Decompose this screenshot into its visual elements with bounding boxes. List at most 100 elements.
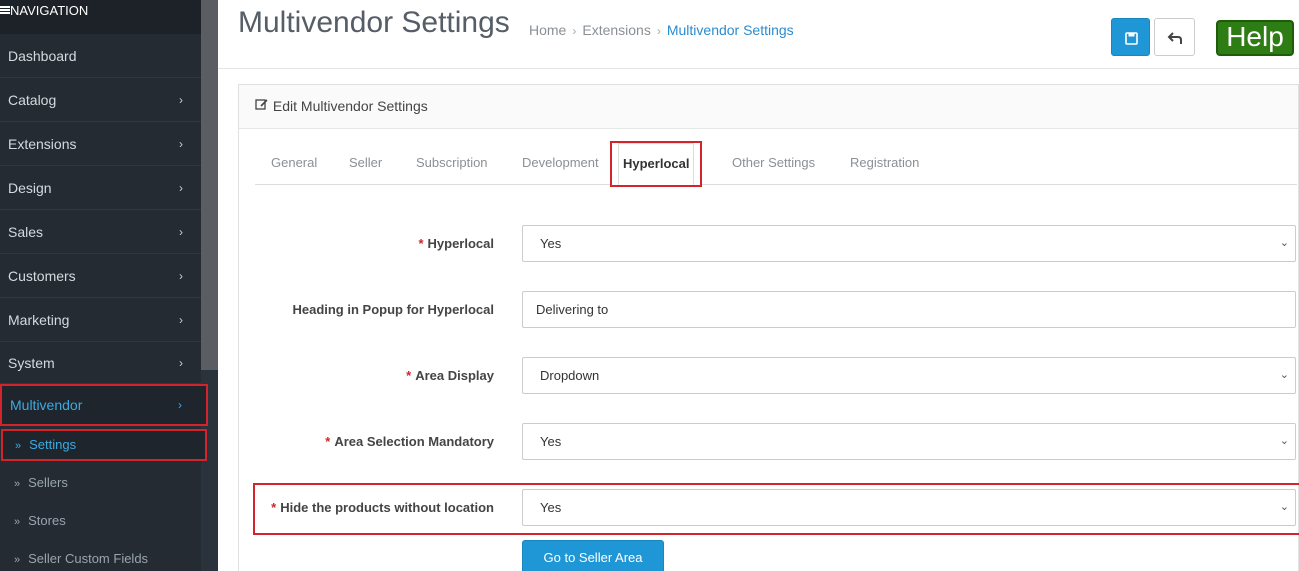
save-icon [1125, 32, 1138, 45]
area-display-select[interactable]: Dropdown ⌄ [522, 357, 1296, 394]
chevron-right-icon: › [179, 356, 183, 370]
sidebar-item-system[interactable]: System › [0, 342, 201, 384]
chevron-right-icon: › [178, 398, 182, 412]
sidebar-item-dashboard[interactable]: Dashboard [0, 34, 201, 78]
select-value: Yes [540, 236, 562, 251]
field-label: * Area Display [406, 368, 494, 383]
field-label-text: Area Selection Mandatory [334, 434, 494, 449]
chevron-right-icon: › [179, 269, 183, 283]
hyperlocal-select[interactable]: Yes ⌄ [522, 225, 1296, 262]
field-label-text: Hide the products without location [280, 500, 494, 515]
reply-icon [1167, 32, 1182, 44]
field-label: Heading in Popup for Hyperlocal [292, 302, 494, 317]
sidebar-item-catalog[interactable]: Catalog › [0, 78, 201, 122]
chevron-right-icon: › [179, 181, 183, 195]
area-selection-mandatory-select[interactable]: Yes ⌄ [522, 423, 1296, 460]
form-row-area-selection-mandatory: * Area Selection Mandatory Yes ⌄ [239, 423, 1299, 461]
sidebar-item-marketing[interactable]: Marketing › [0, 298, 201, 342]
tab-development[interactable]: Development [522, 155, 599, 170]
double-chevron-right-icon: » [14, 554, 21, 566]
sidebar-item-label: Design [8, 180, 52, 196]
sidebar-subitem-settings[interactable]: » Settings [1, 429, 207, 461]
form-row-hyperlocal: * Hyperlocal Yes ⌄ [239, 225, 1299, 263]
edit-icon [255, 85, 269, 128]
sidebar-subitem-label: Seller Custom Fields [28, 551, 149, 566]
menu-icon[interactable] [0, 6, 10, 14]
required-marker: * [271, 500, 277, 515]
hide-products-select[interactable]: Yes ⌄ [522, 489, 1296, 526]
sidebar-item-label: Customers [8, 268, 76, 284]
breadcrumb-separator: › [656, 24, 661, 38]
nav-list: Dashboard Catalog › Extensions › Design › S… [0, 34, 208, 571]
sidebar-item-label: Extensions [8, 136, 77, 152]
field-label: * Area Selection Mandatory [325, 434, 494, 449]
breadcrumb-current[interactable]: Multivendor Settings [667, 22, 794, 38]
back-button[interactable] [1154, 18, 1195, 56]
tab-other-settings[interactable]: Other Settings [732, 155, 815, 170]
popup-heading-input[interactable]: Delivering to [522, 291, 1296, 328]
sidebar-item-sales[interactable]: Sales › [0, 210, 201, 254]
save-button[interactable] [1111, 18, 1150, 56]
sidebar-subitem-sellers[interactable]: » Sellers [0, 464, 201, 502]
sidebar-item-label: Sales [8, 224, 44, 240]
navigation-header: NAVIGATION [0, 0, 201, 34]
panel-heading: Edit Multivendor Settings [239, 85, 1298, 129]
double-chevron-right-icon: » [15, 440, 22, 452]
tab-subscription[interactable]: Subscription [416, 155, 488, 170]
sidebar-subitem-seller-custom-fields[interactable]: » Seller Custom Fields [0, 540, 201, 571]
sidebar: NAVIGATION Dashboard Catalog › Extensions… [0, 0, 218, 571]
chevron-down-icon: ⌄ [1279, 369, 1289, 381]
chevron-down-icon: ⌄ [1279, 237, 1289, 249]
tab-general[interactable]: General [271, 155, 317, 170]
sidebar-item-label: Catalog [8, 92, 57, 108]
select-value: Yes [540, 434, 562, 449]
chevron-right-icon: › [179, 93, 183, 107]
chevron-right-icon: › [179, 225, 183, 239]
sidebar-scrollbar-thumb[interactable] [201, 0, 218, 370]
navigation-title: NAVIGATION [10, 3, 89, 18]
breadcrumb-extensions[interactable]: Extensions [582, 22, 650, 38]
select-value: Yes [540, 500, 562, 515]
help-button[interactable]: Help [1216, 20, 1294, 56]
sidebar-subitem-label: Settings [29, 437, 77, 452]
tab-seller[interactable]: Seller [349, 155, 382, 170]
input-value: Delivering to [536, 302, 609, 317]
field-label: * Hide the products without location [271, 500, 494, 515]
chevron-down-icon: ⌄ [1279, 501, 1289, 513]
breadcrumb-separator: › [572, 24, 577, 38]
chevron-down-icon: ⌄ [1279, 435, 1289, 447]
header-divider [218, 68, 1299, 69]
form-row-hide-products: * Hide the products without location Yes ⌄ [239, 489, 1299, 527]
sidebar-item-label: Marketing [8, 312, 70, 328]
go-to-seller-area-button[interactable]: Go to Seller Area [522, 540, 664, 571]
sidebar-subitem-stores[interactable]: » Stores [0, 502, 201, 540]
chevron-right-icon: › [179, 313, 183, 327]
sidebar-item-multivendor[interactable]: Multivendor › [0, 384, 208, 426]
sidebar-item-customers[interactable]: Customers › [0, 254, 201, 298]
page-title: Multivendor Settings [238, 6, 510, 39]
field-label: * Hyperlocal [418, 236, 494, 251]
tab-hyperlocal[interactable]: Hyperlocal [610, 141, 703, 187]
form-row-area-display: * Area Display Dropdown ⌄ [239, 357, 1299, 395]
breadcrumb-home[interactable]: Home [529, 22, 566, 38]
double-chevron-right-icon: » [14, 516, 21, 528]
required-marker: * [325, 434, 331, 449]
field-label-text: Hyperlocal [427, 236, 494, 251]
form-row-popup-heading: Heading in Popup for Hyperlocal Deliveri… [239, 291, 1299, 329]
sidebar-item-label: System [8, 355, 55, 371]
required-marker: * [406, 368, 412, 383]
sidebar-item-label: Multivendor [10, 397, 83, 413]
chevron-right-icon: › [179, 137, 183, 151]
sidebar-item-extensions[interactable]: Extensions › [0, 122, 201, 166]
sidebar-item-design[interactable]: Design › [0, 166, 201, 210]
breadcrumb: Home › Extensions › Multivendor Settings [529, 22, 794, 38]
double-chevron-right-icon: » [14, 478, 21, 490]
panel-title: Edit Multivendor Settings [272, 98, 428, 114]
select-value: Dropdown [540, 368, 600, 383]
tab-bar: General Seller Subscription Development … [255, 141, 1297, 187]
tab-registration[interactable]: Registration [850, 155, 919, 170]
required-marker: * [418, 236, 424, 251]
sidebar-item-label: Dashboard [8, 48, 77, 64]
sidebar-subitem-label: Sellers [28, 475, 68, 490]
settings-panel: Edit Multivendor Settings General Seller… [238, 84, 1299, 571]
